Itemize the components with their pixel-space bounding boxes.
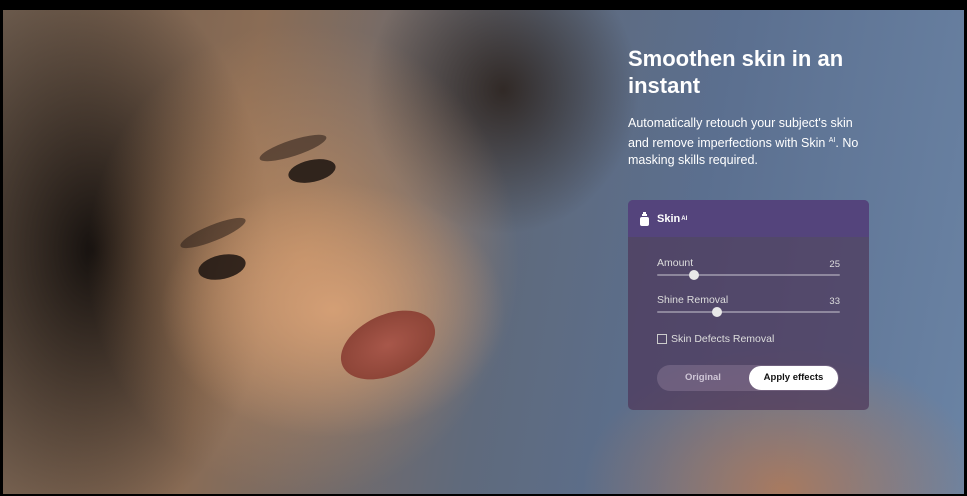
amount-slider[interactable]: [657, 270, 840, 280]
skin-defects-removal-option[interactable]: Skin Defects Removal: [657, 333, 774, 345]
shine-removal-slider-thumb[interactable]: [712, 307, 723, 317]
panel-title-ai-sup: AI: [681, 215, 688, 222]
bottle-icon: [640, 211, 649, 226]
original-button[interactable]: Original: [659, 366, 747, 390]
shine-removal-value: 33: [829, 296, 840, 307]
panel-title: Skin: [657, 212, 681, 225]
shine-removal-label: Shine Removal: [657, 294, 729, 306]
skin-ai-panel: Skin AI Amount 25 Shine Removal 33 Skin D…: [628, 200, 869, 410]
before-after-toggle: Original Apply effects: [657, 365, 839, 391]
amount-slider-thumb[interactable]: [688, 270, 699, 280]
page-title: Smoothen skin in an instant: [628, 46, 844, 98]
description-text: Automatically retouch your subject's ski…: [628, 116, 853, 151]
panel-header: Skin AI: [628, 200, 869, 237]
amount-label: Amount: [657, 257, 694, 269]
shine-removal-slider[interactable]: [657, 307, 840, 317]
apply-effects-button[interactable]: Apply effects: [749, 366, 838, 390]
skin-defects-removal-label: Skin Defects Removal: [671, 333, 775, 345]
hero-description: Automatically retouch your subject's ski…: [628, 115, 868, 169]
amount-value: 25: [829, 259, 840, 270]
skin-defects-removal-checkbox[interactable]: [657, 334, 667, 344]
